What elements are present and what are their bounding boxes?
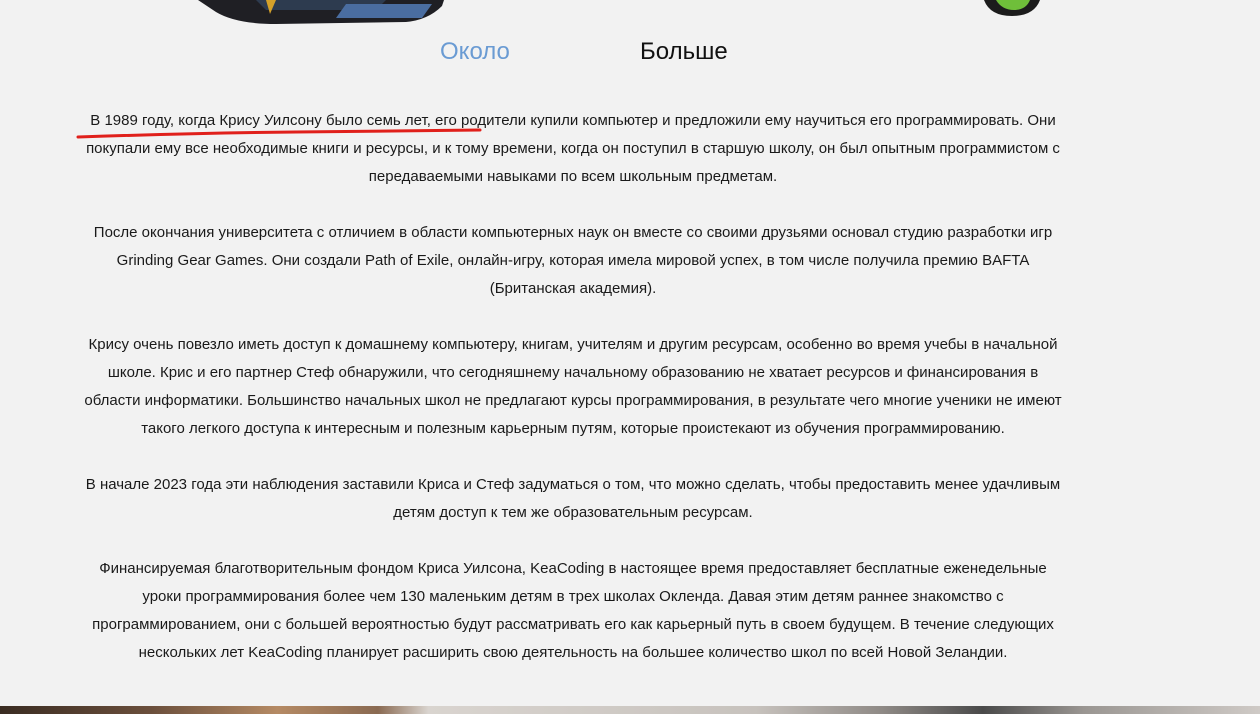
article-paragraph-3: Крису очень повезло иметь доступ к домаш… (84, 336, 1062, 437)
article-paragraph-1: В 1989 году, когда Крису Уилсону было се… (86, 112, 1060, 185)
tab-more[interactable]: Больше (640, 34, 728, 70)
section-tabs: Около Больше (0, 34, 1260, 70)
about-article: В 1989 году, когда Крису Уилсону было се… (80, 107, 1066, 695)
laptop-illustration (198, 0, 444, 24)
tab-about[interactable]: Около (440, 34, 510, 70)
mascot-illustration (984, 0, 1040, 16)
next-section-image (0, 706, 1260, 714)
article-paragraph-4: В начале 2023 года эти наблюдения застав… (85, 476, 1061, 521)
article-paragraph-5: Финансируемая благотворительным фондом К… (92, 560, 1054, 661)
article-paragraph-2: После окончания университета с отличием … (93, 224, 1053, 297)
